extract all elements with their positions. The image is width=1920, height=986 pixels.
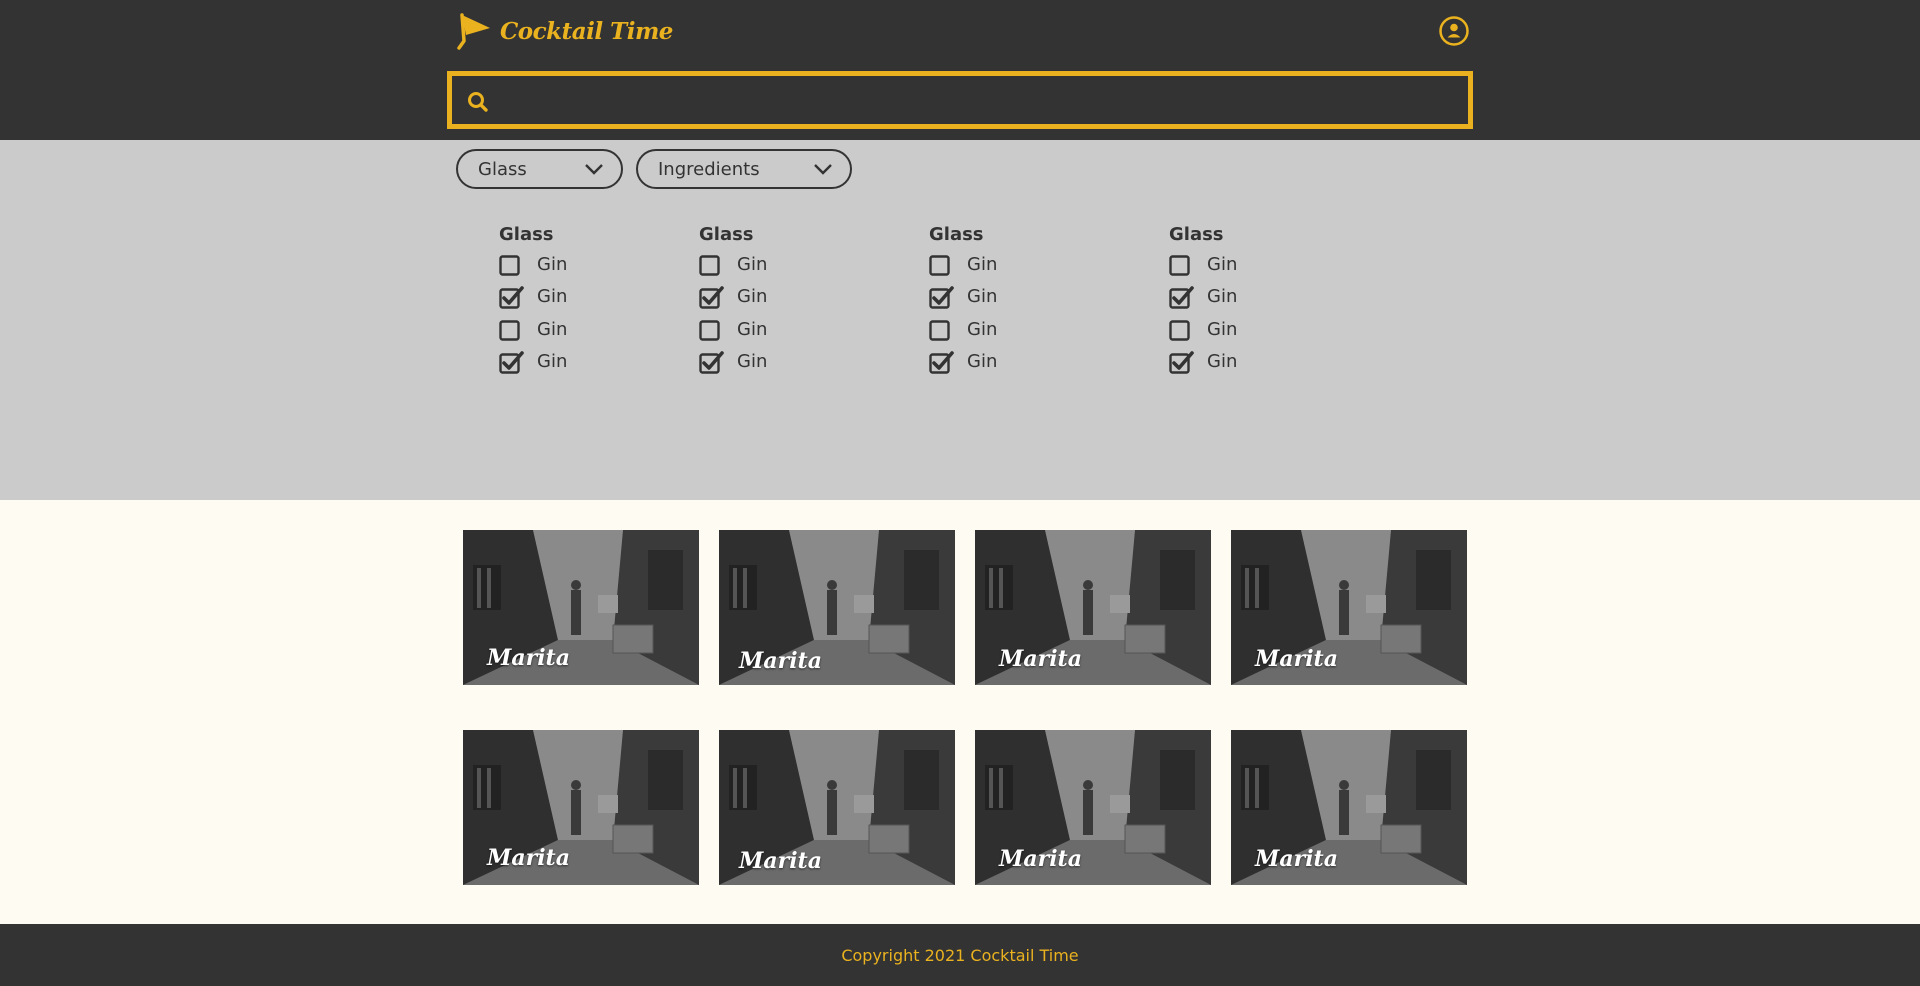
checkbox-checked-icon[interactable]: [499, 285, 524, 309]
checkbox-icon[interactable]: [499, 318, 521, 341]
checkbox-checked-icon[interactable]: [499, 350, 524, 374]
filter-option-label: Gin: [967, 286, 998, 308]
filter-option-label: Gin: [537, 318, 568, 340]
filter-option-label: Gin: [537, 286, 568, 308]
filter-option-label: Gin: [967, 351, 998, 373]
search-icon: [468, 92, 488, 112]
filter-column-title: Glass: [499, 224, 554, 245]
search-bar[interactable]: [447, 71, 1473, 129]
filter-option[interactable]: Gin: [499, 281, 567, 314]
filter-option[interactable]: Gin: [499, 248, 567, 281]
checkbox-icon[interactable]: [499, 253, 521, 276]
cocktail-card[interactable]: Marita: [463, 530, 699, 685]
checkbox-checked-icon[interactable]: [1169, 350, 1194, 374]
checkbox-icon[interactable]: [699, 318, 721, 341]
filter-column: Glass Gin Gin Gin Gin: [699, 222, 767, 378]
cocktail-name: Marita: [1255, 646, 1338, 672]
cocktail-name: Marita: [739, 848, 822, 874]
ingredients-dropdown[interactable]: Ingredients: [636, 149, 852, 189]
filter-option[interactable]: Gin: [1169, 248, 1237, 281]
cocktail-card[interactable]: Marita: [975, 530, 1211, 685]
chevron-down-icon: [814, 164, 832, 175]
cocktail-flag-icon: [457, 13, 490, 50]
cocktail-name: Marita: [999, 846, 1082, 872]
cocktail-name: Marita: [999, 646, 1082, 672]
filter-option-label: Gin: [1207, 318, 1238, 340]
checkbox-checked-icon[interactable]: [929, 350, 954, 374]
checkbox-icon[interactable]: [699, 253, 721, 276]
filter-option[interactable]: Gin: [699, 346, 767, 379]
search-input[interactable]: [502, 76, 1466, 126]
filter-option-label: Gin: [967, 253, 998, 275]
cocktail-name: Marita: [487, 645, 570, 671]
filter-panel: Glass Ingredients Glass Gin Gin Gin Gin Glass…: [0, 140, 1920, 500]
filter-column-title: Glass: [1169, 224, 1224, 245]
checkbox-checked-icon[interactable]: [1169, 285, 1194, 309]
filter-option-label: Gin: [737, 351, 768, 373]
cocktail-name: Marita: [487, 845, 570, 871]
filter-option[interactable]: Gin: [499, 313, 567, 346]
cocktail-card[interactable]: Marita: [1231, 530, 1467, 685]
cocktail-card[interactable]: Marita: [719, 530, 955, 685]
filter-option[interactable]: Gin: [699, 248, 767, 281]
filter-option-label: Gin: [537, 253, 568, 275]
user-circle-icon[interactable]: [1438, 15, 1470, 47]
glass-dropdown-label: Glass: [478, 158, 527, 180]
filter-column: Glass Gin Gin Gin Gin: [499, 222, 567, 378]
ingredients-dropdown-label: Ingredients: [658, 158, 760, 180]
filter-option[interactable]: Gin: [1169, 281, 1237, 314]
footer: Copyright 2021 Cocktail Time: [0, 924, 1920, 986]
checkbox-icon[interactable]: [929, 318, 951, 341]
filter-column: Glass Gin Gin Gin Gin: [929, 222, 997, 378]
filter-option-label: Gin: [737, 318, 768, 340]
filter-option[interactable]: Gin: [699, 281, 767, 314]
filter-option-label: Gin: [537, 351, 568, 373]
checkbox-checked-icon[interactable]: [929, 285, 954, 309]
cocktail-card[interactable]: Marita: [719, 730, 955, 885]
filter-option[interactable]: Gin: [499, 346, 567, 379]
filter-option[interactable]: Gin: [1169, 346, 1237, 379]
filter-option[interactable]: Gin: [929, 281, 997, 314]
checkbox-checked-icon[interactable]: [699, 285, 724, 309]
logo[interactable]: Cocktail Time: [456, 11, 673, 51]
checkbox-icon[interactable]: [1169, 318, 1191, 341]
filter-option[interactable]: Gin: [1169, 313, 1237, 346]
filter-option-label: Gin: [967, 318, 998, 340]
filter-column-title: Glass: [929, 224, 984, 245]
filter-option[interactable]: Gin: [929, 248, 997, 281]
cocktail-card[interactable]: Marita: [1231, 730, 1467, 885]
filter-option-label: Gin: [737, 253, 768, 275]
top-bar: Cocktail Time: [0, 0, 1920, 140]
filter-option[interactable]: Gin: [699, 313, 767, 346]
filter-option-label: Gin: [737, 286, 768, 308]
checkbox-checked-icon[interactable]: [699, 350, 724, 374]
filter-column-title: Glass: [699, 224, 754, 245]
filter-option-label: Gin: [1207, 253, 1238, 275]
filter-column: Glass Gin Gin Gin Gin: [1169, 222, 1237, 378]
copyright-text: Copyright 2021 Cocktail Time: [841, 945, 1079, 965]
cocktail-name: Marita: [739, 648, 822, 674]
filter-option[interactable]: Gin: [929, 313, 997, 346]
checkbox-icon[interactable]: [929, 253, 951, 276]
cocktail-card[interactable]: Marita: [975, 730, 1211, 885]
filter-option-label: Gin: [1207, 351, 1238, 373]
chevron-down-icon: [585, 164, 603, 175]
checkbox-icon[interactable]: [1169, 253, 1191, 276]
glass-dropdown[interactable]: Glass: [456, 149, 623, 189]
logo-text: Cocktail Time: [500, 17, 673, 45]
filter-option-label: Gin: [1207, 286, 1238, 308]
cocktail-card[interactable]: Marita: [463, 730, 699, 885]
cocktail-name: Marita: [1255, 846, 1338, 872]
filter-option[interactable]: Gin: [929, 346, 997, 379]
